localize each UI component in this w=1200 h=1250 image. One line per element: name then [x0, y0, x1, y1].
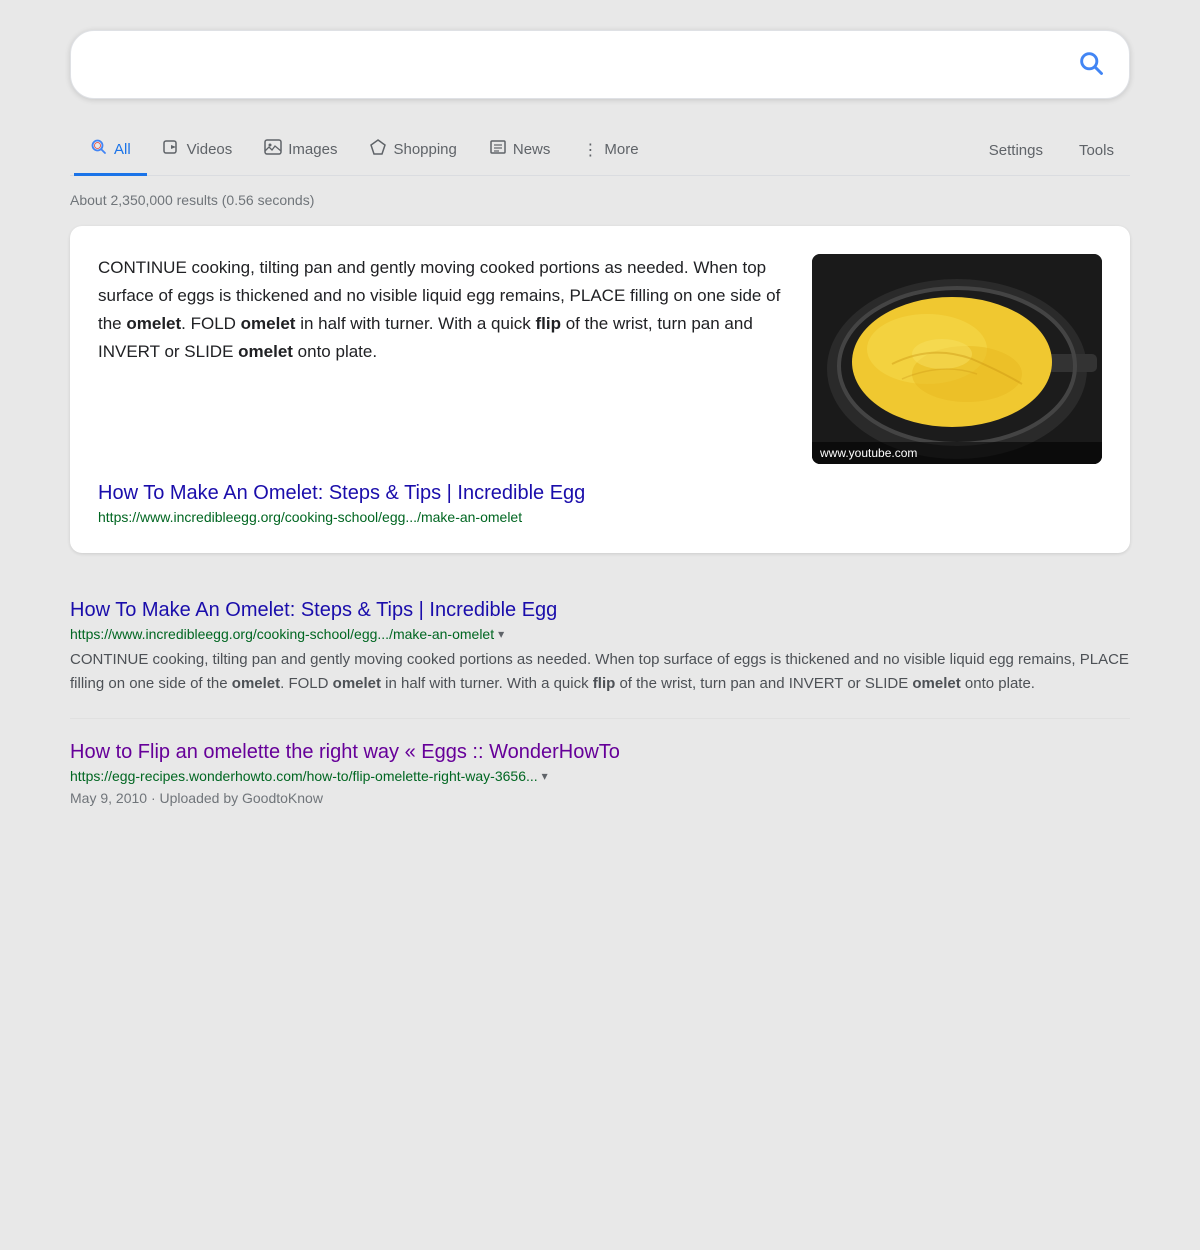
tab-all-label: All — [114, 141, 131, 158]
nav-tabs: All Videos Images Shopping — [70, 123, 1130, 176]
featured-link-url: https://www.incredibleegg.org/cooking-sc… — [98, 509, 1102, 525]
tab-all[interactable]: All — [74, 124, 147, 176]
tab-images-label: Images — [288, 141, 337, 158]
search-input[interactable]: how to flip an omelet — [91, 53, 1073, 76]
featured-card-inner: CONTINUE cooking, tilting pan and gently… — [98, 254, 1102, 464]
search-button[interactable] — [1073, 45, 1109, 84]
featured-text-mid1: . FOLD — [181, 314, 241, 333]
nav-right-actions: Settings Tools — [973, 128, 1130, 171]
tab-news[interactable]: News — [473, 124, 567, 176]
omelet-image: www.youtube.com — [812, 254, 1102, 464]
featured-text-end: onto plate. — [293, 342, 377, 361]
snippet-bold4: omelet — [912, 675, 960, 692]
tab-shopping[interactable]: Shopping — [353, 124, 472, 176]
tab-shopping-label: Shopping — [393, 141, 456, 158]
featured-snippet-card: CONTINUE cooking, tilting pan and gently… — [70, 226, 1130, 553]
search-bar: how to flip an omelet — [70, 30, 1130, 99]
snippet-end: onto plate. — [961, 675, 1035, 692]
shopping-icon — [369, 138, 387, 161]
featured-snippet-text: CONTINUE cooking, tilting pan and gently… — [98, 254, 788, 366]
result-item: How To Make An Omelet: Steps & Tips | In… — [70, 577, 1130, 719]
featured-link-section: How To Make An Omelet: Steps & Tips | In… — [98, 482, 1102, 525]
snippet-mid1: . FOLD — [280, 675, 333, 692]
result-date: May 9, 2010 · Uploaded by GoodtoKnow — [70, 790, 1130, 806]
all-icon — [90, 138, 108, 161]
featured-bold-omelet1: omelet — [126, 314, 181, 333]
news-icon — [489, 138, 507, 161]
results-count: About 2,350,000 results (0.56 seconds) — [70, 192, 1130, 208]
images-icon — [264, 138, 282, 161]
tools-button[interactable]: Tools — [1063, 128, 1130, 171]
image-caption: www.youtube.com — [812, 442, 1102, 464]
featured-text-mid2: in half with turner. With a quick — [295, 314, 535, 333]
snippet-mid3: of the wrist, turn pan and INVERT or SLI… — [615, 675, 912, 692]
result-url-row: https://egg-recipes.wonderhowto.com/how-… — [70, 768, 1130, 784]
result-url-dropdown-arrow[interactable]: ▾ — [498, 627, 504, 641]
tab-more[interactable]: ⋮ More — [566, 126, 654, 175]
snippet-bold1: omelet — [232, 675, 280, 692]
snippet-bold3: flip — [593, 675, 616, 692]
featured-bold-omelet2: omelet — [241, 314, 296, 333]
result-title-visited[interactable]: How to Flip an omelette the right way « … — [70, 741, 1130, 764]
tab-news-label: News — [513, 141, 551, 158]
featured-link-title[interactable]: How To Make An Omelet: Steps & Tips | In… — [98, 482, 585, 504]
featured-bold-flip: flip — [535, 314, 561, 333]
tab-videos-label: Videos — [187, 141, 233, 158]
videos-icon — [163, 138, 181, 161]
search-icon — [1077, 49, 1105, 77]
result-url: https://egg-recipes.wonderhowto.com/how-… — [70, 768, 538, 784]
result-snippet: CONTINUE cooking, tilting pan and gently… — [70, 648, 1130, 696]
result-url: https://www.incredibleegg.org/cooking-sc… — [70, 626, 494, 642]
tab-images[interactable]: Images — [248, 124, 353, 176]
tab-videos[interactable]: Videos — [147, 124, 249, 176]
result-url-row: https://www.incredibleegg.org/cooking-sc… — [70, 626, 1130, 642]
snippet-mid2: in half with turner. With a quick — [381, 675, 593, 692]
snippet-bold2: omelet — [333, 675, 381, 692]
search-results: How To Make An Omelet: Steps & Tips | In… — [70, 577, 1130, 828]
featured-image-container: www.youtube.com — [812, 254, 1102, 464]
result-title[interactable]: How To Make An Omelet: Steps & Tips | In… — [70, 599, 1130, 622]
result-item: How to Flip an omelette the right way « … — [70, 719, 1130, 828]
more-icon: ⋮ — [582, 140, 598, 160]
featured-bold-omelet3: omelet — [238, 342, 293, 361]
result-url-dropdown-arrow[interactable]: ▾ — [542, 769, 548, 783]
settings-button[interactable]: Settings — [973, 128, 1059, 171]
tab-more-label: More — [604, 141, 638, 158]
